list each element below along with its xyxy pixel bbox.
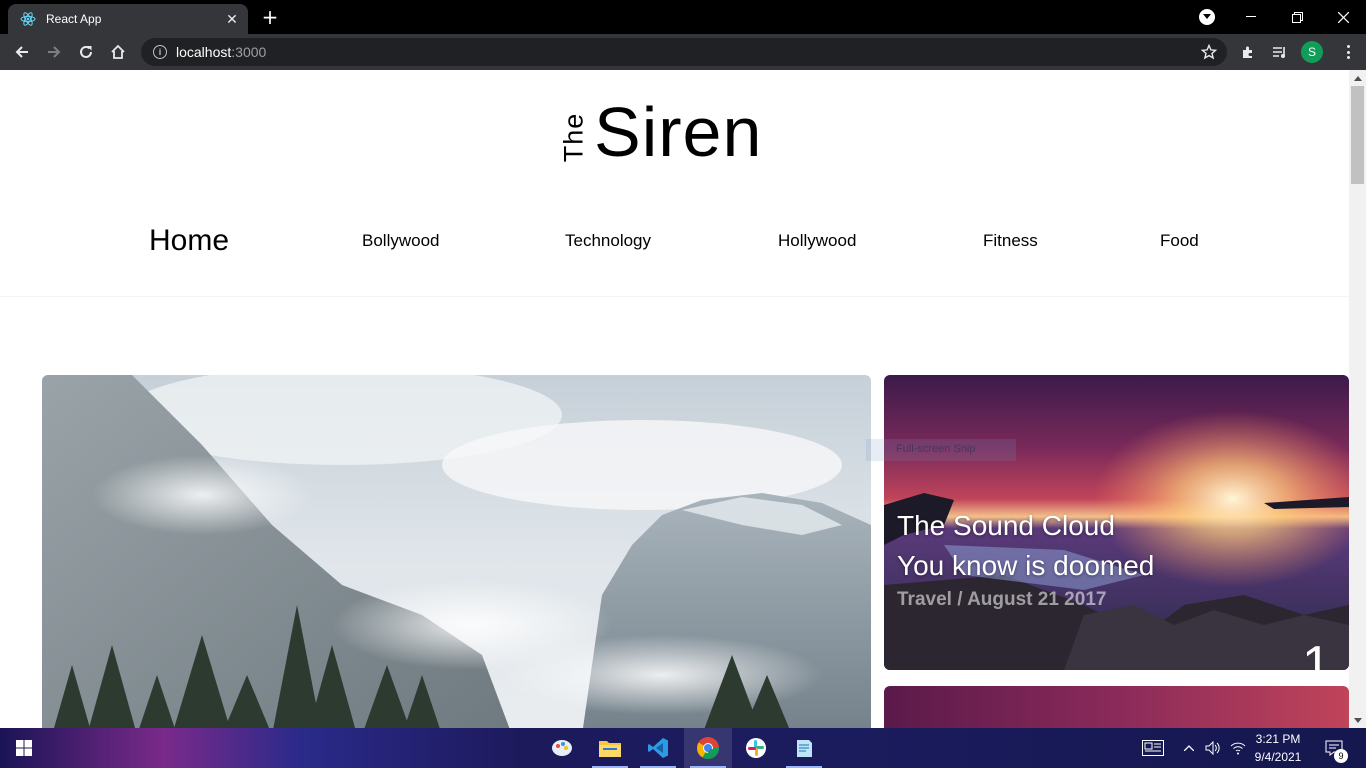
avatar[interactable]: S bbox=[1301, 41, 1323, 63]
close-window-icon[interactable] bbox=[1320, 0, 1366, 34]
clock-time: 3:21 PM bbox=[1255, 732, 1301, 746]
nav-item-hollywood[interactable]: Hollywood bbox=[778, 220, 856, 262]
tab-strip: React App ✕ + bbox=[0, 0, 1366, 34]
slide-number: 1 bbox=[1302, 636, 1331, 694]
windows-icon[interactable] bbox=[0, 728, 48, 768]
nav-item-fitness[interactable]: Fitness bbox=[983, 220, 1038, 262]
forward-icon[interactable] bbox=[40, 38, 68, 66]
notes-icon[interactable] bbox=[780, 728, 828, 768]
browser-toolbar: i localhost:3000 S bbox=[0, 34, 1366, 70]
info-icon[interactable]: i bbox=[153, 45, 167, 59]
home-icon[interactable] bbox=[104, 38, 132, 66]
logo-the: The bbox=[558, 112, 589, 163]
notification-badge: 9 bbox=[1334, 749, 1348, 763]
snip-overlay: Full-screen Snip bbox=[866, 439, 1016, 461]
logo-name: Siren bbox=[594, 93, 763, 171]
minimize-icon[interactable] bbox=[1228, 0, 1274, 34]
wifi-icon[interactable] bbox=[1228, 728, 1248, 768]
media-icon[interactable] bbox=[1266, 38, 1294, 66]
second-card[interactable] bbox=[884, 686, 1349, 728]
star-icon[interactable] bbox=[1200, 43, 1218, 64]
plus-icon[interactable]: + bbox=[259, 5, 281, 29]
more-menu-icon[interactable] bbox=[1339, 43, 1357, 61]
scrollbar-thumb[interactable] bbox=[1351, 86, 1364, 184]
extensions-icon[interactable] bbox=[1234, 38, 1262, 66]
paint-icon[interactable] bbox=[538, 728, 586, 768]
url-text: localhost:3000 bbox=[176, 44, 267, 60]
react-icon bbox=[20, 11, 36, 27]
address-bar[interactable]: i localhost:3000 bbox=[141, 38, 1227, 66]
hero-image[interactable] bbox=[42, 375, 871, 728]
taskbar: 3:21 PM 9/4/2021 bbox=[0, 728, 1366, 768]
site-logo[interactable]: The Siren bbox=[558, 93, 778, 171]
nav-item-home[interactable]: Home bbox=[149, 220, 229, 262]
browser-tab[interactable]: React App ✕ bbox=[8, 4, 248, 34]
page-viewport: The Siren Home Bollywood Technology Holl… bbox=[0, 70, 1349, 728]
clock[interactable]: 3:21 PM 9/4/2021 bbox=[1250, 730, 1306, 766]
restore-icon[interactable] bbox=[1274, 0, 1320, 34]
back-icon[interactable] bbox=[8, 38, 36, 66]
reload-icon[interactable] bbox=[72, 38, 100, 66]
volume-icon[interactable] bbox=[1203, 728, 1223, 768]
news-icon[interactable] bbox=[1140, 728, 1166, 768]
nav-divider bbox=[0, 296, 1349, 297]
slack-icon[interactable] bbox=[732, 728, 780, 768]
file-explorer-icon[interactable] bbox=[586, 728, 634, 768]
scroll-down-icon[interactable] bbox=[1349, 712, 1366, 728]
page-scrollbar[interactable] bbox=[1349, 70, 1366, 728]
vscode-icon[interactable] bbox=[634, 728, 682, 768]
chevron-up-icon[interactable] bbox=[1180, 728, 1198, 768]
close-icon[interactable]: ✕ bbox=[222, 9, 242, 29]
scroll-up-icon[interactable] bbox=[1349, 70, 1366, 86]
nav-item-technology[interactable]: Technology bbox=[565, 220, 651, 262]
chrome-icon[interactable] bbox=[684, 728, 732, 768]
main-nav: Home Bollywood Technology Hollywood Fitn… bbox=[0, 220, 1349, 262]
featured-card[interactable]: The Sound Cloud You know is doomed Trave… bbox=[884, 375, 1349, 670]
nav-item-bollywood[interactable]: Bollywood bbox=[362, 220, 440, 262]
tab-title: React App bbox=[46, 12, 102, 26]
clock-date: 9/4/2021 bbox=[1254, 750, 1302, 764]
card-meta: Travel / August 21 2017 bbox=[897, 589, 1107, 610]
card-title: The Sound Cloud You know is doomed bbox=[897, 510, 1155, 581]
nav-item-food[interactable]: Food bbox=[1160, 220, 1199, 262]
tab-search-icon[interactable] bbox=[1199, 9, 1215, 25]
